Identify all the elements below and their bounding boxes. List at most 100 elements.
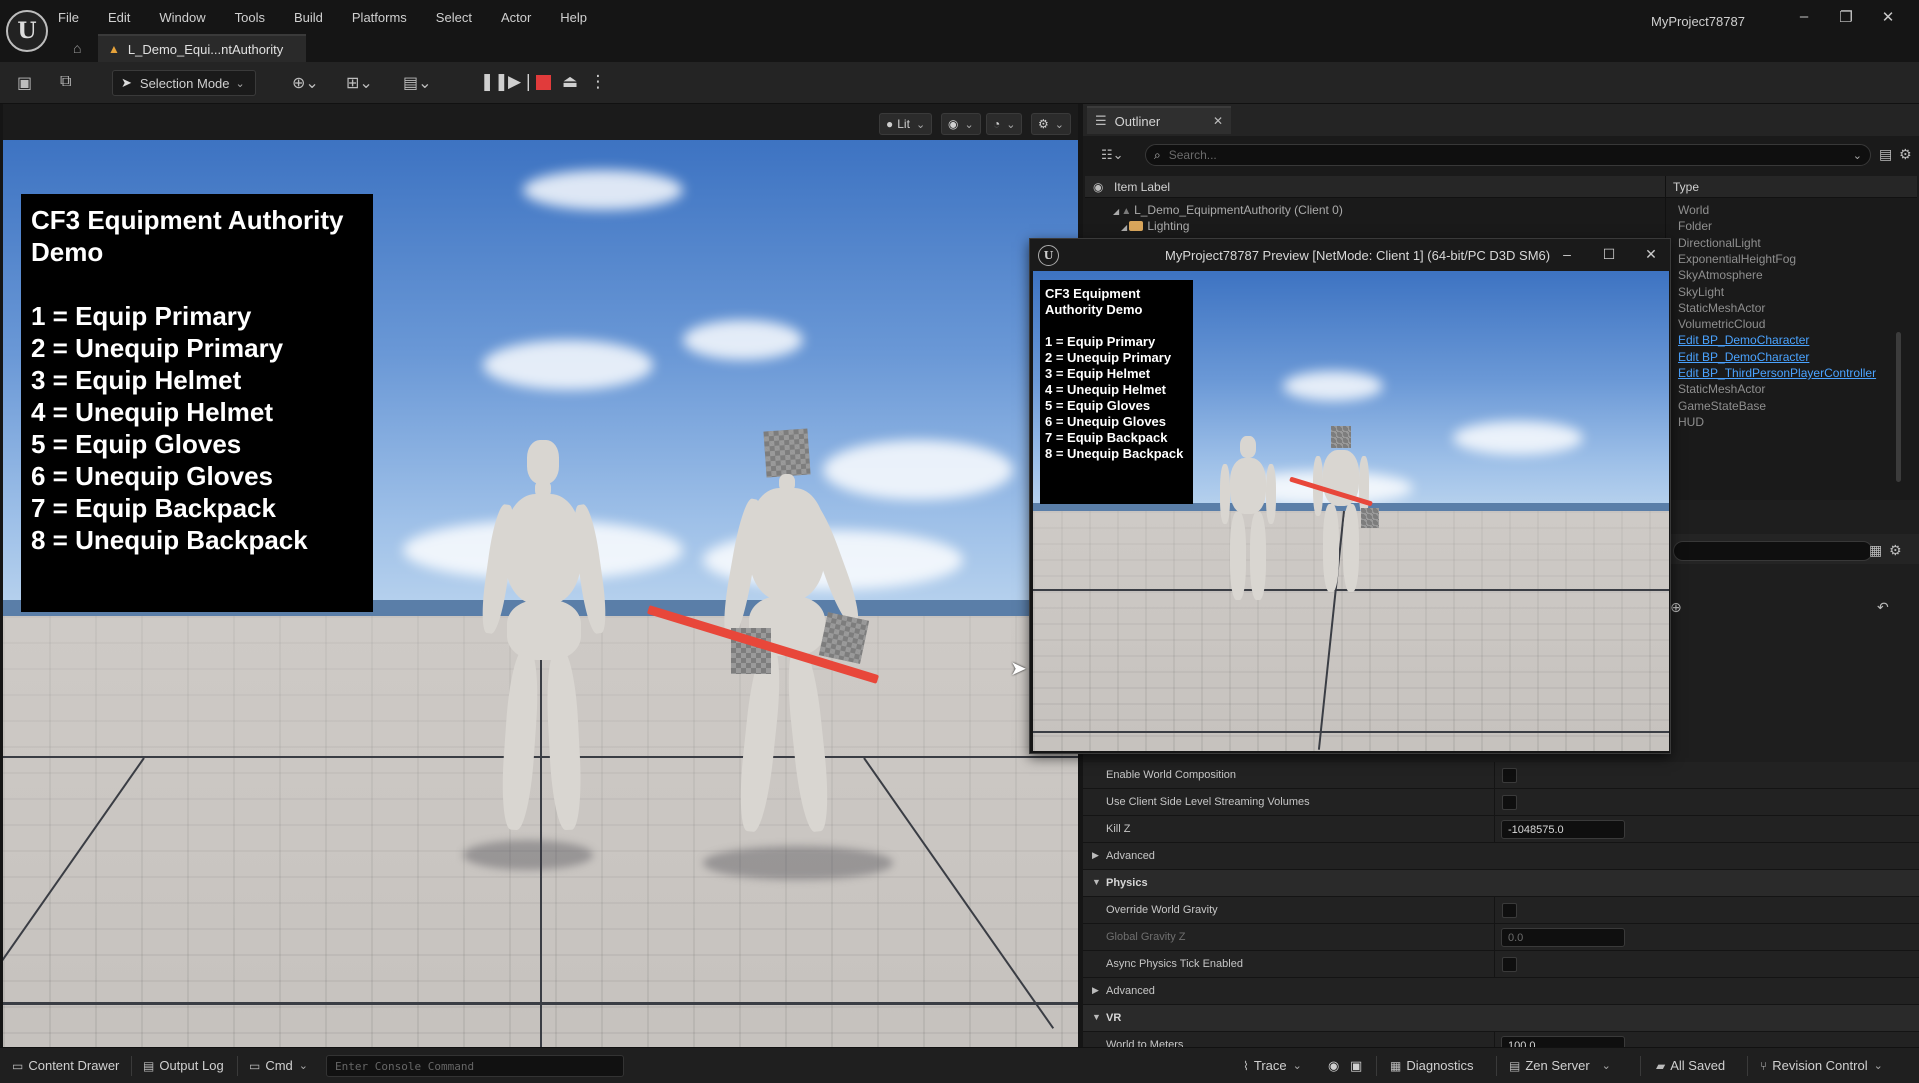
outliner-column-header: ◉ Item Label Type: [1085, 176, 1917, 198]
cmd-dropdown[interactable]: ▭ Cmd ⌄: [249, 1058, 308, 1073]
add-icon[interactable]: ⊕: [1670, 599, 1682, 616]
menu-select[interactable]: Select: [436, 10, 472, 30]
mannequin-leg: [1323, 504, 1339, 592]
property-checkbox[interactable]: [1502, 957, 1517, 972]
eject-icon[interactable]: ⏏: [561, 70, 579, 94]
selection-mode-dropdown[interactable]: ➤ Selection Mode ⌄: [112, 70, 256, 96]
zen-server-dropdown[interactable]: ▤ Zen Server ⌄: [1509, 1058, 1611, 1073]
edit-blueprint-link[interactable]: Edit BP_ThirdPersonPlayerController: [1678, 366, 1876, 380]
viewport-toolbar: ● Lit ⌄ ◉ ⌄ ◔ ⌄ ⚙ ⌄: [3, 104, 1078, 140]
browse-icon[interactable]: ⧉: [60, 73, 71, 91]
column-item-label[interactable]: Item Label: [1114, 180, 1170, 194]
revision-control-dropdown[interactable]: ⑂ Revision Control ⌄: [1760, 1058, 1883, 1073]
expand-arrow-icon[interactable]: ▼: [1092, 1012, 1101, 1022]
minimize-button[interactable]: –: [1546, 242, 1588, 266]
level-viewport[interactable]: ● Lit ⌄ ◉ ⌄ ◔ ⌄ ⚙ ⌄ CF3 Equipment Author…: [3, 104, 1078, 1047]
details-search-input[interactable]: [1673, 541, 1873, 561]
close-button[interactable]: ✕: [1630, 242, 1670, 266]
pause-icon[interactable]: ❚❚: [480, 70, 509, 94]
unreal-logo-icon[interactable]: U: [6, 10, 48, 52]
edit-blueprint-link[interactable]: Edit BP_DemoCharacter: [1678, 350, 1809, 364]
reset-arrow-icon[interactable]: ↶: [1877, 599, 1889, 616]
console-command-input[interactable]: Enter Console Command: [326, 1055, 624, 1077]
record-icon[interactable]: ◉: [1328, 1058, 1339, 1074]
close-button[interactable]: ✕: [1867, 8, 1909, 26]
mannequin-torso: [505, 494, 581, 604]
gear-icon[interactable]: ⚙: [1899, 146, 1912, 163]
menu-tools[interactable]: Tools: [235, 10, 265, 30]
minimize-button[interactable]: –: [1783, 8, 1825, 26]
outliner-tab[interactable]: ☰ Outliner ✕: [1087, 106, 1231, 134]
menu-help[interactable]: Help: [560, 10, 587, 30]
eye-icon[interactable]: ◉: [1093, 180, 1103, 194]
property-row[interactable]: ▼ VR: [1083, 1005, 1919, 1032]
outliner-search-input[interactable]: ⌕ Search... ⌄: [1145, 144, 1871, 166]
restore-button[interactable]: ❐: [1825, 8, 1867, 26]
outliner-row-type: VolumetricCloud: [1678, 317, 1766, 332]
close-icon[interactable]: ✕: [1213, 114, 1223, 128]
preview-title: MyProject78787 Preview [NetMode: Client …: [1165, 248, 1551, 263]
mannequin-arm: [1359, 456, 1369, 516]
maximize-button[interactable]: ☐: [1588, 242, 1630, 266]
help-line: 6 = Unequip Gloves: [1045, 414, 1167, 429]
content-drawer-button[interactable]: ▭ Content Drawer: [12, 1058, 119, 1073]
mannequin-leg: [1250, 512, 1266, 600]
edit-blueprint-link[interactable]: Edit BP_DemoCharacter: [1678, 333, 1809, 347]
save-icon[interactable]: ▣: [17, 73, 32, 93]
property-row[interactable]: ▶ Advanced: [1083, 843, 1919, 870]
view-mode-button[interactable]: ● Lit ⌄: [879, 113, 933, 135]
expand-arrow-icon[interactable]: ◢: [1121, 223, 1129, 232]
add-actor-icon[interactable]: ⊕⌄: [292, 73, 319, 93]
pie-preview-window[interactable]: U MyProject78787 Preview [NetMode: Clien…: [1029, 238, 1671, 754]
outliner-row-type: SkyAtmosphere: [1678, 268, 1763, 283]
chevron-down-icon[interactable]: ⌄: [1853, 149, 1862, 162]
property-row: Kill Z -1048575.0: [1083, 816, 1919, 843]
blueprint-icon[interactable]: ⊞⌄: [346, 73, 373, 93]
outliner-scrollbar[interactable]: [1896, 332, 1901, 482]
camera-icon[interactable]: ▣: [1350, 1058, 1362, 1074]
property-number-input[interactable]: -1048575.0: [1501, 820, 1625, 839]
property-row: Use Client Side Level Streaming Volumes: [1083, 789, 1919, 816]
property-row[interactable]: ▼ Physics: [1083, 870, 1919, 897]
cloud: [823, 440, 1013, 500]
gear-icon: ⚙: [1038, 117, 1049, 131]
outliner-row-type: HUD: [1678, 414, 1704, 429]
property-row[interactable]: ▶ Advanced: [1083, 978, 1919, 1005]
filter-icon[interactable]: ☷⌄: [1101, 147, 1124, 163]
terminal-icon: ▭: [249, 1058, 261, 1073]
more-icon[interactable]: ⋮: [589, 70, 607, 94]
menu-platforms[interactable]: Platforms: [352, 10, 407, 30]
expand-arrow-icon[interactable]: ▼: [1092, 877, 1101, 887]
menu-actor[interactable]: Actor: [501, 10, 531, 30]
property-checkbox[interactable]: [1502, 795, 1517, 810]
property-checkbox[interactable]: [1502, 768, 1517, 783]
cinematics-icon[interactable]: ▤⌄: [403, 73, 432, 93]
gear-icon[interactable]: ⚙: [1889, 542, 1902, 559]
level-tab[interactable]: ▲ L_Demo_Equi...ntAuthority: [98, 34, 306, 62]
menu-window[interactable]: Window: [159, 10, 205, 30]
stop-icon[interactable]: [536, 75, 551, 90]
performance-button[interactable]: ◔ ⌄: [986, 113, 1023, 135]
menu-file[interactable]: File: [58, 10, 79, 30]
add-folder-icon[interactable]: ▤: [1879, 146, 1892, 163]
character-shadow: [703, 846, 893, 880]
column-type[interactable]: Type: [1673, 180, 1699, 194]
show-flags-button[interactable]: ◉ ⌄: [941, 113, 981, 135]
diagnostics-button[interactable]: ▦ Diagnostics: [1390, 1058, 1474, 1073]
output-log-button[interactable]: ▤ Output Log: [143, 1058, 224, 1073]
menu-build[interactable]: Build: [294, 10, 323, 30]
collapse-arrow-icon[interactable]: ▶: [1092, 850, 1099, 861]
viewport-settings-button[interactable]: ⚙ ⌄: [1031, 113, 1071, 135]
table-view-icon[interactable]: ▦: [1869, 542, 1882, 559]
all-saved-button[interactable]: ▰ All Saved: [1656, 1058, 1725, 1073]
trace-dropdown[interactable]: ⌇ Trace ⌄: [1243, 1058, 1302, 1073]
home-icon[interactable]: ⌂: [73, 40, 81, 56]
chevron-down-icon: ⌄: [298, 1060, 309, 1072]
help-line: 2 = Unequip Primary: [31, 333, 284, 363]
step-icon[interactable]: ▶❘: [508, 70, 535, 94]
preview-scene[interactable]: CF3 Equipment Authority Demo 1 = Equip P…: [1033, 271, 1669, 751]
outliner-row-type: DirectionalLight: [1678, 235, 1761, 250]
collapse-arrow-icon[interactable]: ▶: [1092, 985, 1099, 996]
menu-edit[interactable]: Edit: [108, 10, 130, 30]
property-checkbox[interactable]: [1502, 903, 1517, 918]
